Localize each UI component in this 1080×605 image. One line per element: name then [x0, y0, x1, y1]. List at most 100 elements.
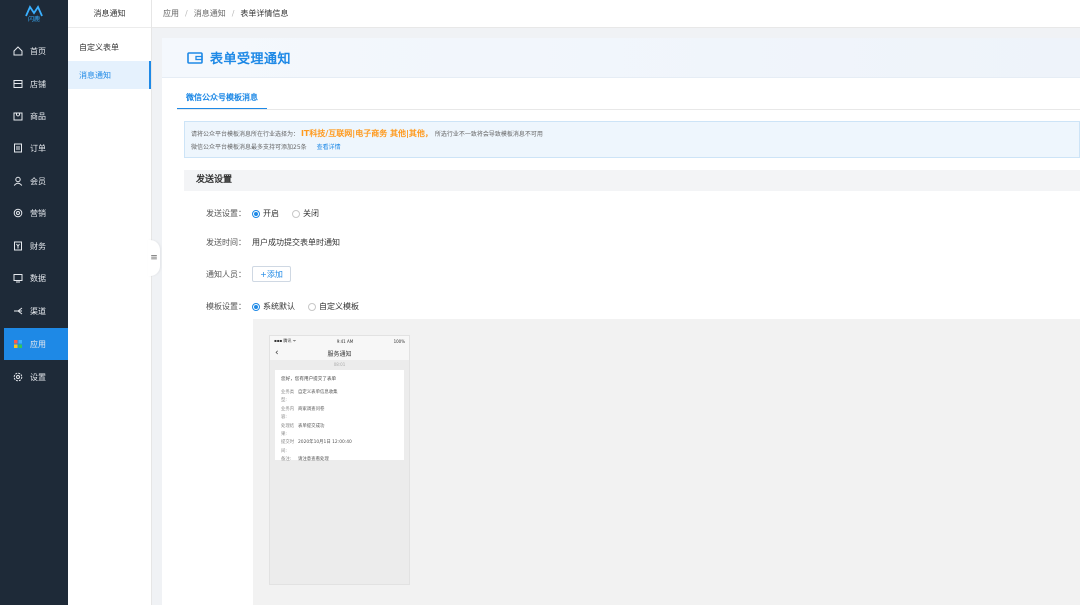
breadcrumb-separator: / [231, 9, 235, 18]
main-content: 表单受理通知 微信公众号模板消息 请将公众平台模板消息所在行业选择为： IT科技… [162, 38, 1080, 605]
message-row-value: 2020年10月1日 12:00:40 [298, 440, 352, 446]
nav-item-member[interactable]: 会员 [4, 165, 68, 197]
breadcrumb-item-notifications[interactable]: 消息通知 [194, 8, 226, 19]
radio-disable-label: 关闭 [303, 209, 319, 218]
wallet-icon [187, 51, 203, 64]
message-row-key: 业务内容: [281, 406, 295, 421]
tab-bar: 微信公众号模板消息 [177, 90, 267, 110]
store-icon [12, 78, 24, 90]
radio-unchecked-icon [308, 302, 316, 311]
message-row: 提交时间: 2020年10月1日 12:00:40 [281, 439, 398, 456]
message-row-value: 请注意查看处理 [298, 457, 329, 463]
message-time: 08:01 [333, 362, 346, 367]
message-row: 业务类型: 自定义表单信息收集 [281, 389, 398, 406]
radio-system-default-label: 系统默认 [263, 302, 295, 311]
nav-item-label: 订单 [30, 143, 46, 153]
add-recipient-button[interactable]: +添加 [252, 266, 291, 282]
breadcrumb-item-apps[interactable]: 应用 [163, 8, 179, 19]
main-nav: 闪鹿 首页 店铺 商品 订单 会员 营销 财务 数据 渠道 应用 设置 [0, 0, 68, 605]
nav-item-channel[interactable]: 渠道 [4, 295, 68, 327]
nav-item-apps[interactable]: 应用 [4, 328, 68, 360]
phone-clock: 9:41 AM [336, 338, 354, 344]
radio-custom-template[interactable]: 自定义模板 [308, 301, 359, 312]
submenu-header: 消息通知 [68, 0, 151, 28]
notice-suffix: 所选行业不一致将会导致模板消息不可用 [434, 131, 543, 138]
message-row-key: 备注: [281, 457, 292, 463]
tab-wechat-template[interactable]: 微信公众号模板消息 [177, 90, 267, 110]
nav-item-marketing[interactable]: 营销 [4, 197, 68, 229]
breadcrumb-separator: / [185, 9, 188, 18]
menu-lines-icon: ≡ [150, 253, 158, 263]
radio-enable[interactable]: 开启 [252, 208, 279, 219]
radio-checked-icon [252, 209, 260, 218]
send-time-value: 用户成功提交表单时通知 [252, 238, 340, 247]
brand-logo-text: 闪鹿 [27, 16, 40, 23]
radio-system-default[interactable]: 系统默认 [252, 301, 295, 312]
nav-item-goods[interactable]: 商品 [4, 100, 68, 132]
message-row: 处理结果: 表单提交成功 [281, 423, 398, 440]
nav-item-finance[interactable]: 财务 [4, 230, 68, 262]
notice-prefix: 请将公众平台模板消息所在行业选择为： [191, 131, 300, 138]
nav-item-label: 营销 [30, 208, 46, 218]
member-icon [12, 175, 24, 187]
page-title: 表单受理通知 [210, 52, 292, 67]
nav-item-settings[interactable]: 设置 [4, 361, 68, 393]
message-row-key: 处理结果: [281, 423, 295, 438]
send-setting-row: 发送设置： 开启 关闭 [206, 208, 332, 219]
send-time-label: 发送时间： [206, 238, 246, 247]
tab-divider [177, 109, 1080, 110]
settings-icon [12, 371, 24, 383]
nav-item-label: 首页 [30, 46, 46, 56]
nav-item-home[interactable]: 首页 [4, 35, 68, 67]
brand-logo[interactable]: 闪鹿 [0, 0, 68, 28]
data-icon [12, 272, 24, 284]
radio-checked-icon [252, 302, 260, 311]
message-row-key: 提交时间: [281, 440, 295, 454]
radio-disable[interactable]: 关闭 [292, 208, 319, 219]
view-details-link[interactable]: 查看详情 [317, 144, 341, 151]
submenu-item-custom-form[interactable]: 自定义表单 [68, 33, 151, 61]
message-row-value: 表单提交成功 [298, 423, 325, 429]
nav-item-label: 商品 [30, 111, 46, 121]
nav-item-label: 会员 [30, 176, 46, 186]
phone-battery: 100% [393, 338, 405, 344]
phone-preview: ▪▪▪ 腾讯 ᯤ 9:41 AM 100% ‹ 服务通知 08:01 您好，您有… [269, 335, 410, 585]
nav-item-store[interactable]: 店铺 [4, 68, 68, 100]
notify-people-row: 通知人员： +添加 [206, 266, 291, 282]
nav-item-label: 应用 [30, 339, 46, 349]
page-header: 表单受理通知 [162, 38, 1080, 78]
message-card: 您好，您有用户提交了表单 业务类型: 自定义表单信息收集 业务内容: 商家调查问… [275, 370, 404, 462]
phone-title: 服务通知 [327, 350, 352, 358]
radio-unchecked-icon [292, 209, 300, 218]
notify-people-label: 通知人员： [206, 269, 246, 279]
channel-icon [12, 305, 24, 317]
secondary-menu: 消息通知 自定义表单 消息通知 [68, 0, 152, 605]
finance-icon [12, 240, 24, 252]
nav-item-label: 财务 [30, 241, 46, 251]
nav-item-label: 数据 [30, 273, 46, 283]
message-row: 业务内容: 商家调查问卷 [281, 406, 398, 423]
notice-highlight: IT科技/互联网|电子商务 其他|其他， [300, 129, 433, 138]
submenu-item-notifications[interactable]: 消息通知 [68, 61, 151, 89]
phone-carrier: ▪▪▪ 腾讯 ᯤ [274, 338, 297, 343]
nav-item-label: 店铺 [30, 79, 46, 89]
send-time-row: 发送时间： 用户成功提交表单时通知 [206, 237, 340, 248]
radio-custom-template-label: 自定义模板 [319, 302, 359, 311]
nav-item-label: 设置 [30, 372, 46, 382]
nav-item-order[interactable]: 订单 [4, 132, 68, 164]
message-row: 备注: 请注意查看处理 [281, 456, 398, 464]
template-setting-row: 模板设置： 系统默认 自定义模板 [206, 301, 372, 312]
breadcrumb: 应用 / 消息通知 / 表单详情信息 [152, 0, 1080, 28]
order-icon [12, 142, 24, 154]
breadcrumb-item-current: 表单详情信息 [240, 9, 289, 18]
message-row-value: 自定义表单信息收集 [298, 390, 338, 395]
nav-item-data[interactable]: 数据 [4, 262, 68, 294]
section-title: 发送设置 [184, 170, 1080, 191]
message-row-key: 业务类型: [281, 390, 295, 404]
goods-icon [12, 110, 24, 122]
collapse-menu-button[interactable]: ≡ [148, 240, 160, 276]
marketing-icon [12, 207, 24, 219]
message-greeting: 您好，您有用户提交了表单 [281, 377, 337, 382]
message-row-value: 商家调查问卷 [298, 406, 325, 412]
template-setting-label: 模板设置： [206, 302, 246, 311]
